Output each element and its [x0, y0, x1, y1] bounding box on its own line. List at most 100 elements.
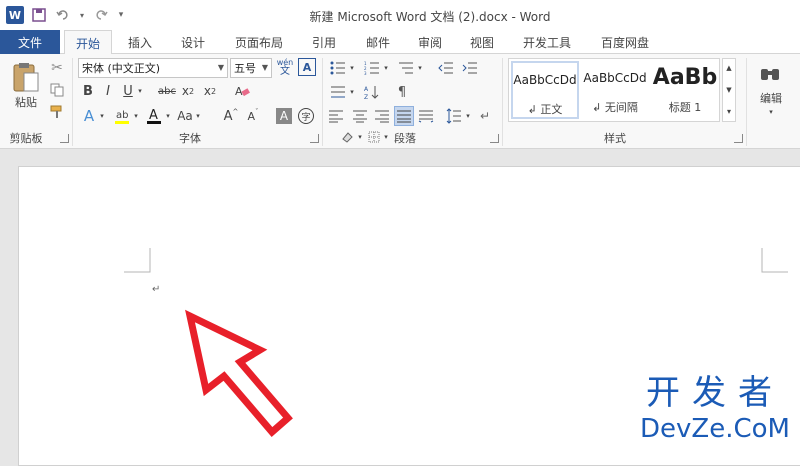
change-case-icon[interactable]: Aa: [176, 106, 194, 126]
font-launcher-icon[interactable]: [310, 134, 319, 143]
chinese-layout-dropdown-icon[interactable]: ▾: [348, 82, 356, 102]
italic-icon[interactable]: I: [100, 82, 116, 100]
tab-file[interactable]: 文件: [0, 30, 60, 54]
show-paragraph-marks-icon[interactable]: ¶: [392, 82, 412, 102]
style-normal-name: ↲ 正文: [527, 103, 563, 116]
styles-group-label: 样式: [604, 132, 626, 145]
window-title: 新建 Microsoft Word 文档 (2).docx - Word: [309, 10, 551, 24]
styles-launcher-icon[interactable]: [734, 134, 743, 143]
tab-insert[interactable]: 插入: [118, 30, 162, 54]
clipboard-launcher-icon[interactable]: [60, 134, 69, 143]
line-spacing-dropdown-icon[interactable]: ▾: [464, 106, 472, 126]
style-normal[interactable]: AaBbCcDd ↲ 正文: [511, 61, 579, 119]
phonetic-guide-icon[interactable]: wén 文: [274, 56, 296, 78]
paragraph-launcher-icon[interactable]: [490, 134, 499, 143]
style-no-spacing[interactable]: AaBbCcDd ↲ 无间隔: [581, 61, 649, 119]
align-center-icon[interactable]: [350, 106, 370, 126]
distributed-icon[interactable]: [416, 106, 436, 126]
clear-formatting-icon[interactable]: A: [232, 82, 252, 100]
enclose-characters-icon[interactable]: 字: [298, 108, 314, 124]
tab-references[interactable]: 引用: [302, 30, 346, 54]
grow-font-icon[interactable]: A ^: [222, 106, 240, 126]
paste-button[interactable]: 粘贴: [8, 94, 44, 110]
style-no-spacing-sample: AaBbCcDd: [583, 71, 647, 85]
font-name-value: 宋体 (中文正文): [82, 62, 161, 75]
group-divider: [72, 58, 73, 146]
highlight-dropdown-icon[interactable]: ▾: [132, 106, 140, 126]
highlight-icon[interactable]: ab: [112, 106, 132, 126]
styles-scrollbar[interactable]: ▲ ▼ ▾: [722, 58, 736, 122]
paragraph-mark: ↵: [152, 284, 161, 295]
tab-page-layout[interactable]: 页面布局: [226, 30, 292, 54]
tab-review[interactable]: 审阅: [408, 30, 452, 54]
format-painter-icon[interactable]: [46, 102, 68, 122]
ribbon-home: 粘贴 ✂ 剪贴板 宋体 (中文正文) ▼ 五号 ▼ wén 文 A B I U ▾ a…: [0, 54, 800, 149]
strikethrough-icon[interactable]: abc: [156, 82, 178, 100]
bullets-dropdown-icon[interactable]: ▾: [348, 58, 356, 78]
underline-icon[interactable]: U: [120, 82, 136, 100]
paragraph-mark-toggle-icon[interactable]: ↵: [474, 106, 496, 126]
text-effects-dropdown-icon[interactable]: ▾: [98, 106, 106, 126]
numbering-dropdown-icon[interactable]: ▾: [382, 58, 390, 78]
group-divider: [322, 58, 323, 146]
style-heading-1[interactable]: AaBb 标题 1: [651, 61, 719, 119]
group-divider: [502, 58, 503, 146]
line-spacing-icon[interactable]: [444, 106, 464, 126]
shading-dropdown-icon[interactable]: ▾: [356, 130, 364, 144]
font-size-value: 五号: [234, 62, 256, 75]
character-shading-icon[interactable]: A: [276, 108, 292, 124]
tab-baidu-netdisk[interactable]: 百度网盘: [590, 30, 660, 54]
watermark: 开发者 DevZe.CoM: [640, 365, 790, 444]
increase-indent-icon[interactable]: [460, 58, 480, 78]
bullets-icon[interactable]: [328, 58, 348, 78]
multilevel-dropdown-icon[interactable]: ▾: [416, 58, 424, 78]
svg-text:A: A: [149, 108, 158, 123]
svg-text:ab: ab: [116, 110, 128, 121]
text-effects-icon[interactable]: A: [80, 106, 98, 126]
group-divider: [746, 58, 747, 146]
tab-home[interactable]: 开始: [64, 30, 112, 55]
editing-dropdown-icon[interactable]: ▾: [764, 106, 778, 118]
shading-icon[interactable]: [338, 130, 358, 144]
watermark-line2: DevZe.CoM: [640, 414, 790, 444]
editing-button[interactable]: 编辑: [754, 90, 788, 106]
paste-icon[interactable]: [8, 60, 44, 94]
style-heading-1-name: 标题 1: [668, 101, 702, 114]
styles-scroll-up-icon[interactable]: ▲: [723, 61, 735, 75]
copy-icon[interactable]: [46, 80, 68, 100]
decrease-indent-icon[interactable]: [436, 58, 456, 78]
tab-design[interactable]: 设计: [170, 30, 216, 54]
shrink-font-icon[interactable]: Aˇ: [244, 106, 262, 126]
styles-more-icon[interactable]: ▾: [723, 103, 735, 119]
font-size-dropdown[interactable]: 五号 ▼: [230, 58, 272, 78]
superscript-icon[interactable]: x2: [202, 82, 218, 100]
sort-icon[interactable]: AZ: [362, 82, 382, 102]
style-no-spacing-name: ↲ 无间隔: [592, 101, 638, 114]
tab-developer[interactable]: 开发工具: [512, 30, 582, 54]
multilevel-list-icon[interactable]: [396, 58, 416, 78]
cut-icon[interactable]: ✂: [46, 58, 68, 78]
numbering-icon[interactable]: 123: [362, 58, 382, 78]
title-bar: W ▾ ▾ 新建 Microsoft Word 文档 (2).docx - Wo…: [0, 0, 800, 30]
binoculars-icon[interactable]: [756, 62, 784, 86]
styles-scroll-down-icon[interactable]: ▼: [723, 83, 735, 97]
subscript-icon[interactable]: x2: [180, 82, 196, 100]
svg-text:A: A: [235, 85, 243, 98]
justify-icon[interactable]: [394, 106, 414, 126]
tab-view[interactable]: 视图: [460, 30, 504, 54]
character-border-icon[interactable]: A: [298, 58, 316, 76]
bold-icon[interactable]: B: [80, 82, 96, 100]
tab-mailings[interactable]: 邮件: [356, 30, 400, 54]
annotation-arrow: [185, 309, 293, 437]
change-case-dropdown-icon[interactable]: ▾: [194, 106, 202, 126]
underline-dropdown-icon[interactable]: ▾: [136, 82, 144, 100]
font-color-dropdown-icon[interactable]: ▾: [164, 106, 172, 126]
font-name-dropdown[interactable]: 宋体 (中文正文) ▼: [78, 58, 228, 78]
style-normal-sample: AaBbCcDd: [513, 73, 577, 87]
chinese-layout-icon[interactable]: [328, 82, 348, 102]
align-right-icon[interactable]: [372, 106, 392, 126]
align-left-icon[interactable]: [326, 106, 346, 126]
font-color-icon[interactable]: A: [144, 106, 164, 126]
clipboard-group-label: 剪贴板: [9, 132, 43, 145]
ribbon-tabs: 文件 开始 插入 设计 页面布局 引用 邮件 审阅 视图 开发工具 百度网盘: [0, 30, 800, 55]
